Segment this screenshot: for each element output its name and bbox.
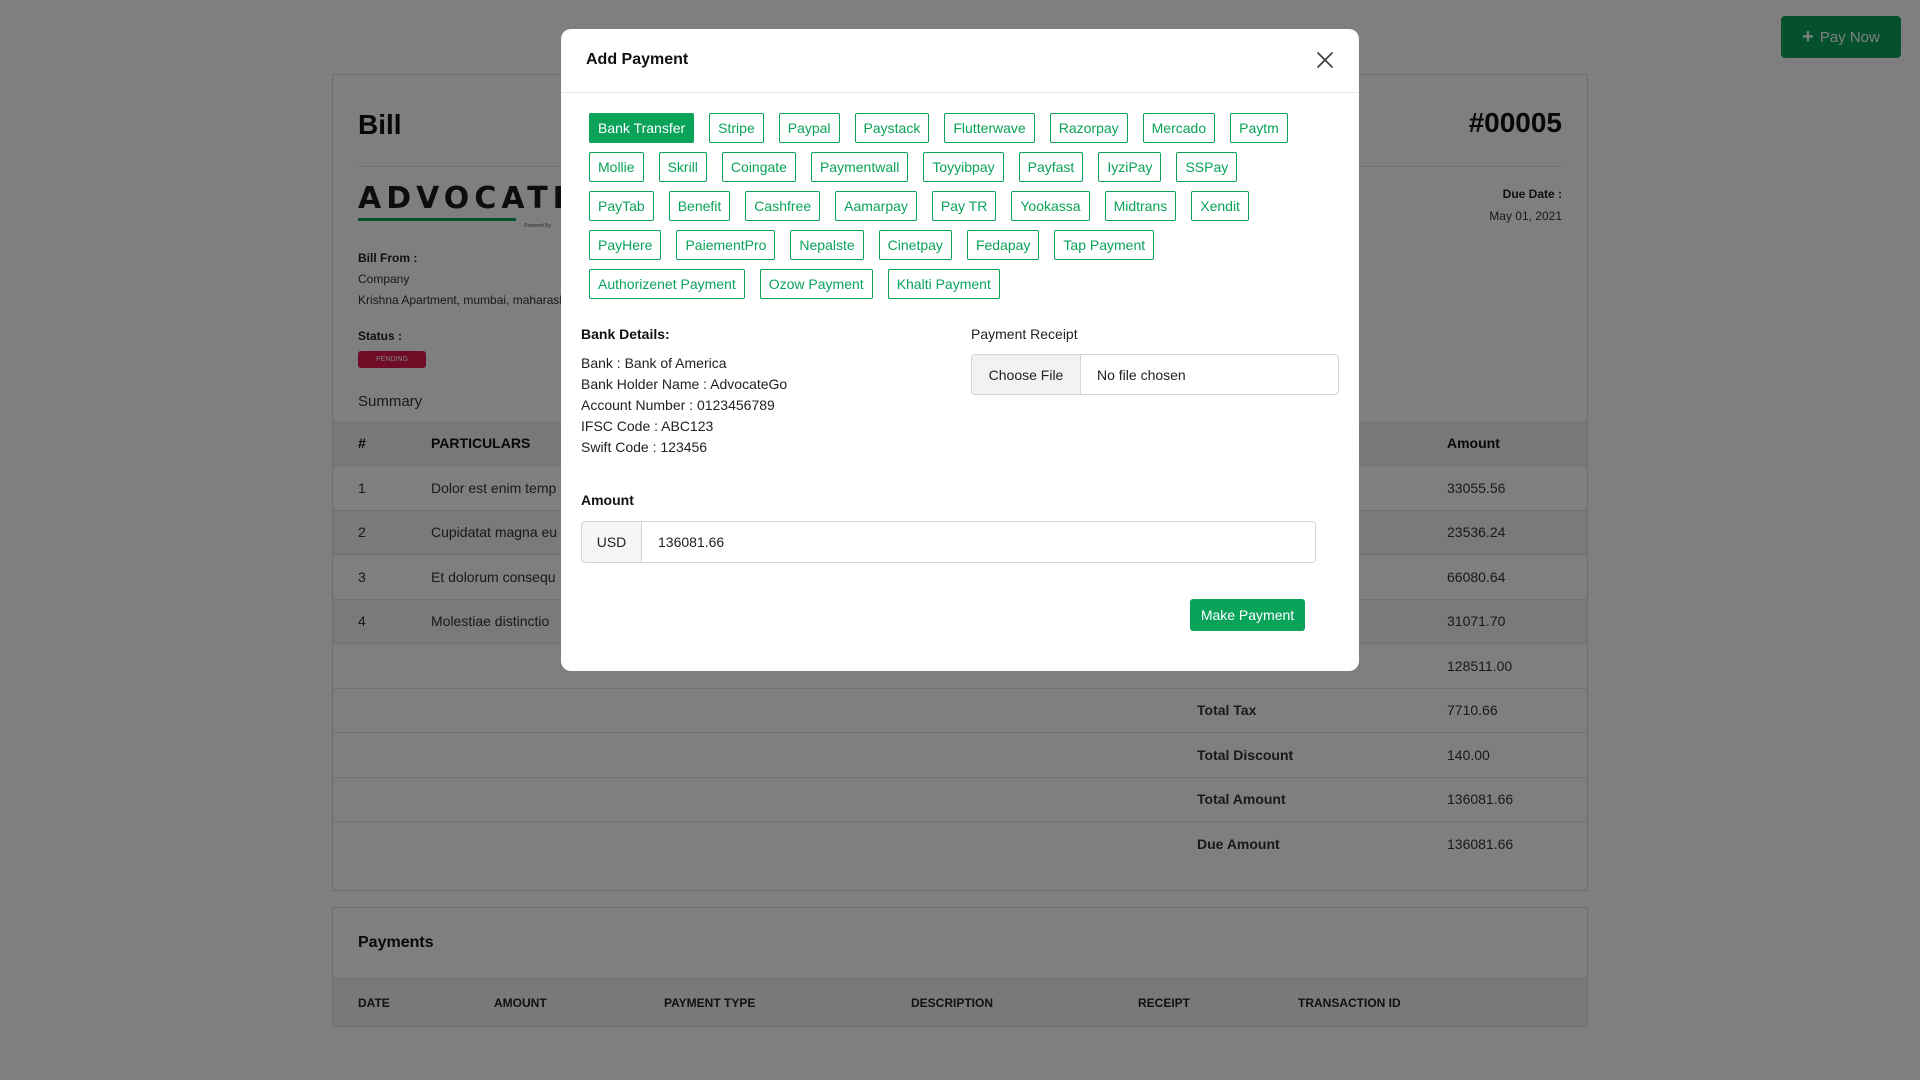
method-midtrans[interactable]: Midtrans (1104, 191, 1177, 221)
method-yookassa[interactable]: Yookassa (1011, 191, 1090, 221)
method-paypal[interactable]: Paypal (778, 113, 840, 143)
method-sspay[interactable]: SSPay (1176, 152, 1238, 182)
method-ozow-payment[interactable]: Ozow Payment (759, 269, 873, 299)
method-toyyibpay[interactable]: Toyyibpay (923, 152, 1004, 182)
method-mercado[interactable]: Mercado (1142, 113, 1216, 143)
payment-receipt-file-input[interactable]: Choose File No file chosen (971, 354, 1339, 395)
amount-input-group: USD (581, 521, 1316, 563)
method-pay-tr[interactable]: Pay TR (931, 191, 997, 221)
account-number: Account Number : 0123456789 (581, 397, 775, 413)
method-tap-payment[interactable]: Tap Payment (1054, 230, 1155, 260)
amount-label: Amount (581, 492, 634, 508)
payment-method-row: Bank Transfer Stripe Paypal Paystack Flu… (589, 113, 1349, 143)
swift-code: Swift Code : 123456 (581, 439, 708, 455)
method-iyzipay[interactable]: IyziPay (1098, 152, 1162, 182)
method-skrill[interactable]: Skrill (658, 152, 707, 182)
method-xendit[interactable]: Xendit (1191, 191, 1249, 221)
make-payment-button[interactable]: Make Payment (1190, 599, 1305, 631)
method-benefit[interactable]: Benefit (668, 191, 731, 221)
currency-addon: USD (582, 522, 642, 562)
method-khalti-payment[interactable]: Khalti Payment (887, 269, 1000, 299)
method-fedapay[interactable]: Fedapay (966, 230, 1040, 260)
payment-method-row: Authorizenet Payment Ozow Payment Khalti… (589, 269, 1349, 299)
method-aamarpay[interactable]: Aamarpay (835, 191, 917, 221)
payment-method-row: Mollie Skrill Coingate Paymentwall Toyyi… (589, 152, 1349, 182)
method-coingate[interactable]: Coingate (721, 152, 796, 182)
method-bank-transfer[interactable]: Bank Transfer (589, 113, 695, 143)
file-status-text: No file chosen (1097, 366, 1186, 383)
bank-holder-name: Bank Holder Name : AdvocateGo (581, 376, 788, 392)
method-payfast[interactable]: Payfast (1018, 152, 1084, 182)
modal-title: Add Payment (586, 51, 689, 68)
method-nepalste[interactable]: Nepalste (790, 230, 864, 260)
method-paytm[interactable]: Paytm (1230, 113, 1288, 143)
method-paymentwall[interactable]: Paymentwall (810, 152, 909, 182)
modal-header: Add Payment (561, 29, 1359, 93)
method-flutterwave[interactable]: Flutterwave (944, 113, 1035, 143)
method-paiementpro[interactable]: PaiementPro (676, 230, 776, 260)
close-icon[interactable] (1313, 48, 1337, 72)
method-cinetpay[interactable]: Cinetpay (878, 230, 952, 260)
method-authorizenet-payment[interactable]: Authorizenet Payment (589, 269, 745, 299)
add-payment-modal: Add Payment Bank Transfer Stripe Paypal … (561, 29, 1359, 671)
method-mollie[interactable]: Mollie (589, 152, 644, 182)
payment-method-row: PayHere PaiementPro Nepalste Cinetpay Fe… (589, 230, 1349, 260)
method-paystack[interactable]: Paystack (854, 113, 930, 143)
payment-method-list: Bank Transfer Stripe Paypal Paystack Flu… (589, 113, 1349, 308)
bank-details-title: Bank Details: (581, 326, 670, 342)
method-stripe[interactable]: Stripe (709, 113, 764, 143)
payment-method-row: PayTab Benefit Cashfree Aamarpay Pay TR … (589, 191, 1349, 221)
method-payhere[interactable]: PayHere (589, 230, 662, 260)
bank-details: Bank : Bank of America Bank Holder Name … (581, 353, 787, 458)
choose-file-button[interactable]: Choose File (972, 355, 1081, 394)
amount-input[interactable] (642, 522, 1315, 562)
method-cashfree[interactable]: Cashfree (745, 191, 821, 221)
ifsc-code: IFSC Code : ABC123 (581, 418, 714, 434)
payment-receipt-label: Payment Receipt (971, 326, 1078, 342)
method-paytab[interactable]: PayTab (589, 191, 654, 221)
bank-name: Bank : Bank of America (581, 355, 727, 371)
method-razorpay[interactable]: Razorpay (1049, 113, 1128, 143)
